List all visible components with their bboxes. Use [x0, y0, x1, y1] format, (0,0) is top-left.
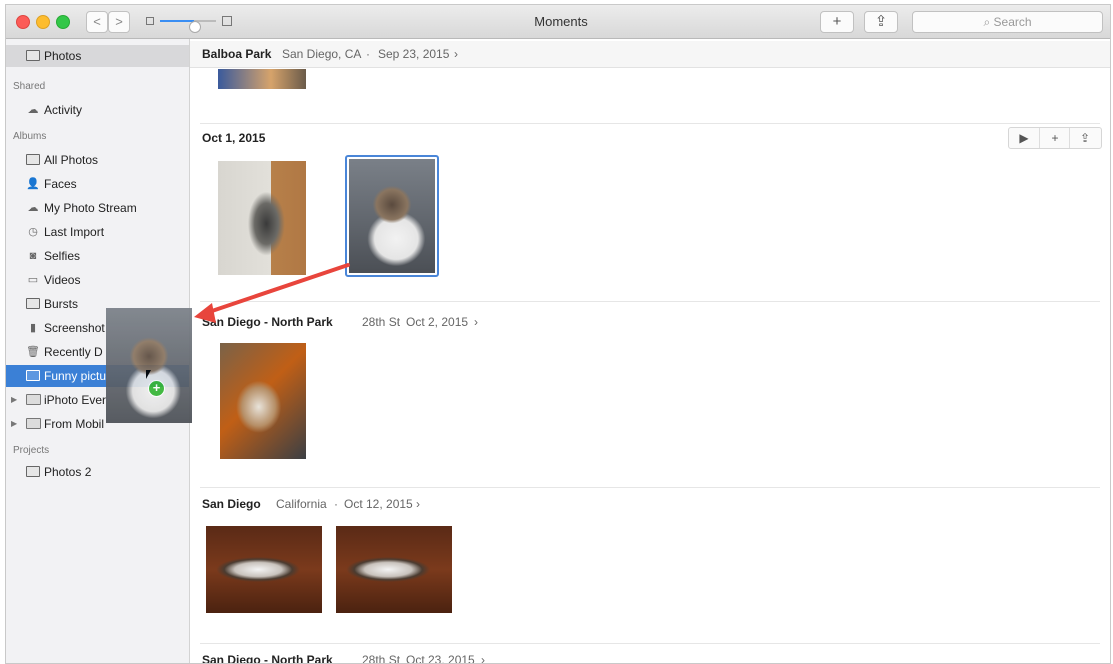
annotation-arrow	[194, 263, 350, 323]
photos-window: < > Moments + ⇪ ⌕ Search Photos Shared ☁…	[5, 4, 1111, 664]
